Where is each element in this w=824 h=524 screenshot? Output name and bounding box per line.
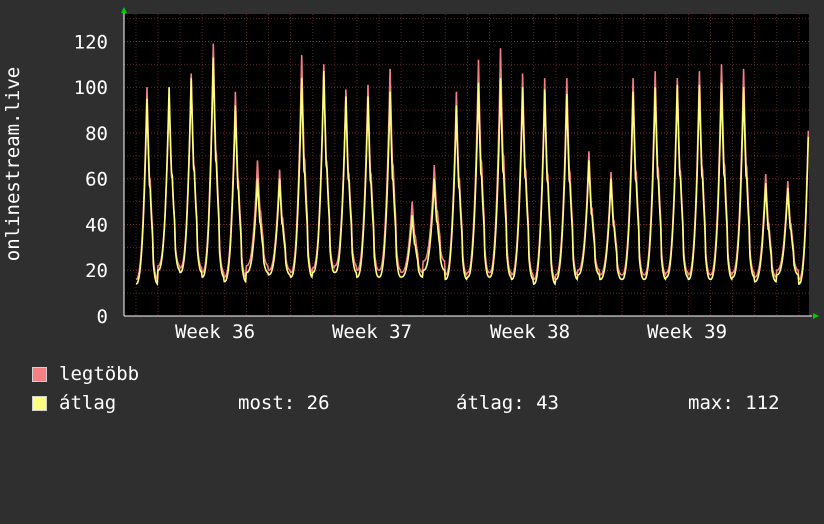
stat-now-value: 26 [306,392,330,414]
y-tick-label: 120 [74,31,108,53]
y-tick-label: 0 [97,306,108,328]
x-axis-ticks: Week 36 Week 37 Week 38 Week 39 [175,321,727,343]
y-tick-label: 40 [85,214,108,236]
y-tick-label: 20 [85,260,108,282]
y-axis-ticks: 0 20 40 60 80 100 120 [74,31,108,328]
y-tick-label: 80 [85,123,108,145]
stat-now-label: most: [238,392,296,414]
y-axis-label: onlinestream.live [2,67,24,261]
legend-row-max: legtöbb [32,363,139,385]
legend-swatch-max [32,367,47,382]
stat-max: max: 112 [688,392,780,414]
stat-avg-label: átlag: [456,392,525,414]
x-tick-label: Week 38 [490,321,570,343]
legend-row-avg: átlag most: 26 átlag: 43 max: 112 [32,392,812,414]
x-tick-label: Week 36 [175,321,255,343]
chart: 020406080100120 Week 36 Week 37 Week 38 Wee… [2,7,819,343]
stat-now: most: 26 [238,392,330,414]
y-axis-arrow-icon [121,7,127,13]
legend-label-max: legtöbb [59,363,140,385]
stat-max-label: max: [688,392,734,414]
x-axis-arrow-icon [813,313,819,319]
stat-avg: átlag: 43 [456,392,559,414]
x-tick-label: Week 39 [647,321,727,343]
stat-avg-value: 43 [536,392,559,414]
y-tick-label: 60 [85,169,108,191]
stat-max-value: 112 [745,392,780,414]
y-tick-label: 100 [74,77,108,99]
legend-label-avg: átlag [59,392,117,414]
legend-swatch-avg [32,396,47,411]
x-tick-label: Week 37 [332,321,412,343]
